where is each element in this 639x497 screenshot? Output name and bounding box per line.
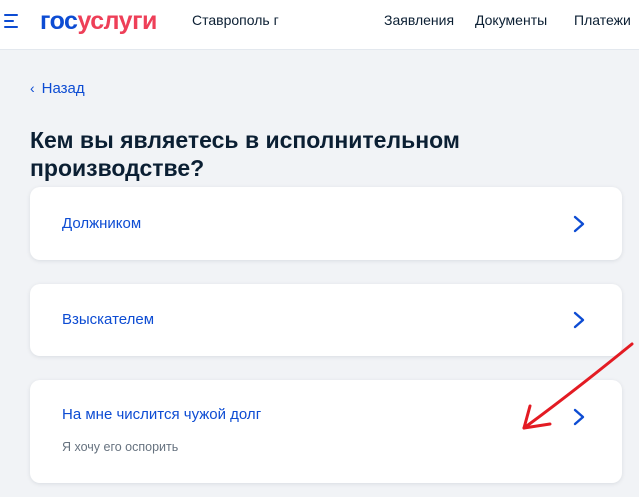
nav-documents[interactable]: Документы: [475, 12, 547, 28]
chevron-right-icon: [573, 311, 585, 329]
chevron-left-icon: ‹: [30, 80, 35, 96]
back-link[interactable]: ‹ Назад: [30, 79, 85, 98]
nav-applications[interactable]: Заявления: [384, 12, 454, 28]
nav-payments[interactable]: Платежи: [574, 12, 631, 28]
option-label: На мне числится чужой долг: [62, 406, 262, 423]
header: госуслуги Ставрополь г Заявления Докумен…: [0, 0, 639, 50]
option-sublabel: Я хочу его оспорить: [62, 440, 179, 454]
option-label: Должником: [62, 215, 142, 232]
option-label: Взыскателем: [62, 311, 155, 328]
menu-icon[interactable]: [4, 13, 22, 29]
page: госуслуги Ставрополь г Заявления Докумен…: [0, 0, 639, 497]
logo[interactable]: госуслуги: [40, 6, 157, 36]
back-label: Назад: [41, 80, 85, 97]
option-debtor[interactable]: Должником: [30, 187, 622, 260]
city-selector[interactable]: Ставрополь г: [192, 12, 279, 28]
logo-part-gos: гос: [40, 7, 78, 35]
page-title: Кем вы являетесь в исполнительном произв…: [30, 127, 460, 181]
option-claimant[interactable]: Взыскателем: [30, 284, 622, 356]
chevron-right-icon: [573, 408, 585, 426]
option-foreign-debt[interactable]: На мне числится чужой долг Я хочу его ос…: [30, 380, 622, 483]
logo-part-uslugi: услуги: [77, 7, 157, 35]
chevron-right-icon: [573, 215, 585, 233]
